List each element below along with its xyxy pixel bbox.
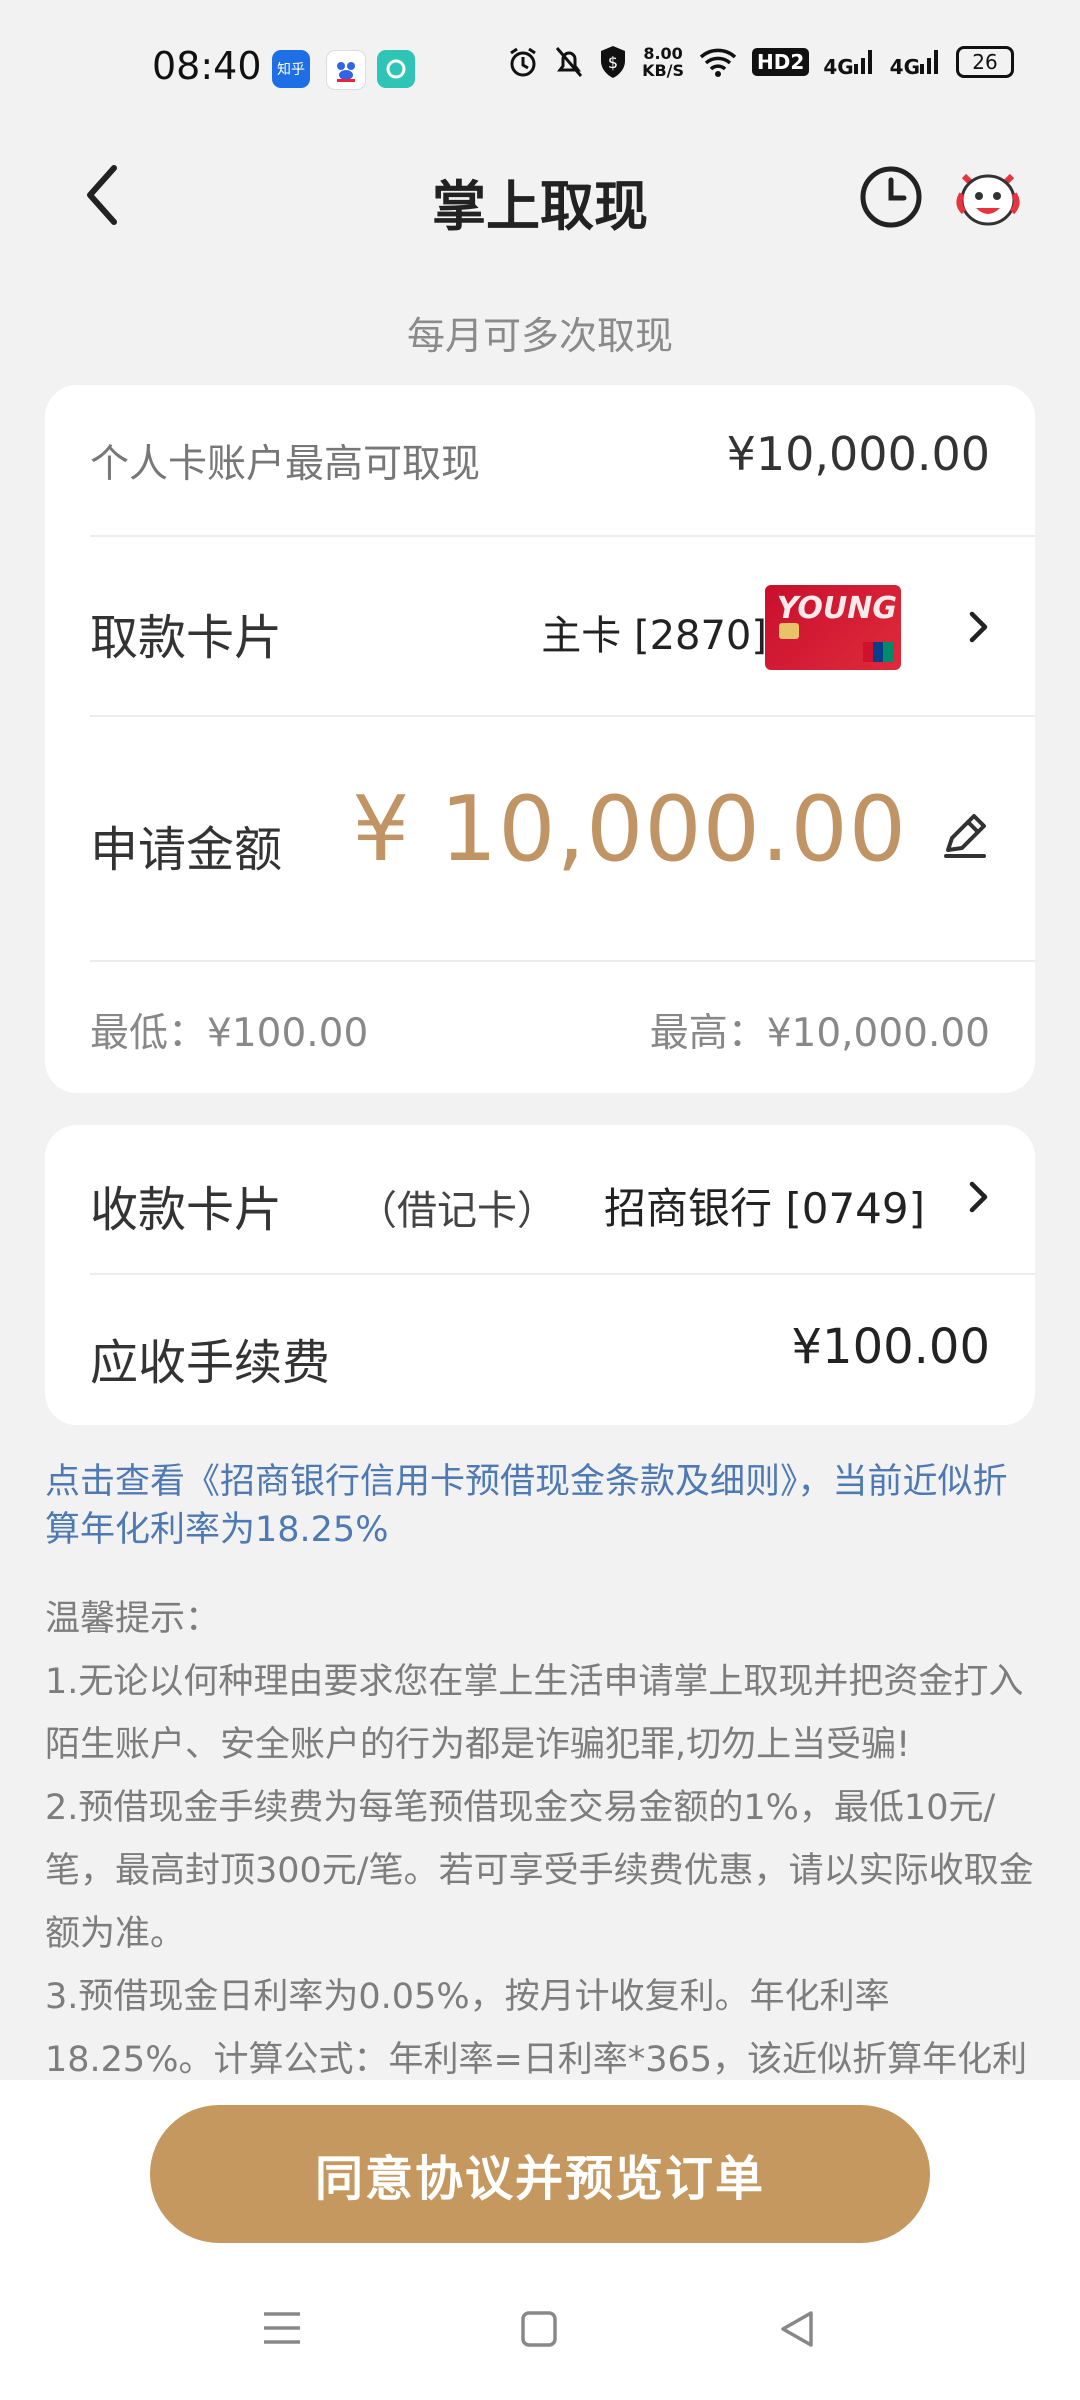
tip-item: 1.无论以何种理由要求您在掌上生活申请掌上取现并把资金打入陌生账户、安全账户的行…: [45, 1662, 1024, 1765]
divider: [90, 1273, 1035, 1275]
tip-item: 2.预借现金手续费为每笔预借现金交易金额的1%，最低10元/笔，最高封顶300元…: [45, 1788, 1034, 1954]
fee-label: 应收手续费: [90, 1335, 331, 1391]
app-header: 掌上取现: [0, 140, 1080, 250]
divider: [90, 960, 1035, 962]
signal-4g-1: 4G: [823, 46, 875, 79]
status-time: 08:40: [152, 44, 262, 88]
credit-card-image: YOUNG: [765, 585, 901, 670]
clock-icon[interactable]: [858, 164, 924, 230]
receive-card-value: 招商银行 [0749]: [603, 1184, 925, 1233]
min-amount-label: 最低：¥100.00: [90, 1011, 369, 1056]
net-speed: 8.00 KB/S: [642, 44, 685, 80]
bottom-bar: 同意协议并预览订单: [0, 2080, 1080, 2400]
battery-indicator: 26: [956, 46, 1014, 78]
svg-text:$: $: [608, 53, 618, 72]
mascot-avatar-icon[interactable]: [950, 158, 1026, 234]
max-withdraw-label: 个人卡账户最高可取现: [90, 442, 481, 487]
hd-badge: HD2: [752, 48, 810, 76]
chat-app-icon: [377, 50, 415, 88]
divider: [90, 535, 1035, 537]
back-nav-icon[interactable]: [778, 2310, 816, 2348]
status-icons: $ 8.00 KB/S HD2 4G 4G 26: [506, 44, 1014, 80]
home-nav-icon[interactable]: [520, 2310, 558, 2348]
edit-pencil-icon[interactable]: [940, 810, 990, 860]
receive-card-label: 收款卡片: [90, 1182, 283, 1238]
menu-nav-icon[interactable]: [262, 2310, 302, 2346]
max-amount-label: 最高：¥10,000.00: [649, 1011, 990, 1056]
zhihu-app-icon: 知乎: [272, 50, 310, 88]
divider: [90, 715, 1035, 717]
alarm-icon: [510, 47, 536, 77]
fee-value: ¥100.00: [791, 1319, 991, 1375]
withdraw-card: 个人卡账户最高可取现 ¥10,000.00 取款卡片 主卡 [2870] YOU…: [45, 385, 1035, 1093]
draw-card-value: 主卡 [2870]: [541, 613, 767, 659]
receive-card: 收款卡片 （借记卡） 招商银行 [0749] 应收手续费 ¥100.00: [45, 1125, 1035, 1425]
terms-link[interactable]: 点击查看《招商银行信用卡预借现金条款及细则》，当前近似折算年化利率为18.25%: [45, 1458, 1035, 1554]
tip-item: 3.预借现金日利率为0.05%，按月计收复利。年化利率18.25%。计算公式：年…: [45, 1977, 1028, 2080]
tips-heading: 温馨提示：: [45, 1599, 221, 1639]
max-withdraw-value: ¥10,000.00: [726, 427, 990, 481]
tips-section: 温馨提示： 1.无论以何种理由要求您在掌上生活申请掌上取现并把资金打入陌生账户、…: [45, 1588, 1035, 2092]
shield-dollar-icon: $: [601, 46, 626, 78]
signal-4g-2: 4G: [890, 46, 942, 79]
chevron-right-icon[interactable]: [968, 1180, 990, 1214]
subtitle: 每月可多次取现: [406, 314, 673, 358]
draw-card-label: 取款卡片: [90, 610, 283, 666]
agree-preview-order-button[interactable]: 同意协议并预览订单: [150, 2105, 930, 2243]
apply-amount-value[interactable]: ¥ 10,000.00: [352, 777, 907, 882]
apply-amount-label: 申请金额: [90, 822, 283, 878]
chevron-right-icon[interactable]: [968, 610, 990, 644]
receive-card-sublabel: （借记卡）: [357, 1188, 557, 1234]
baidu-app-icon: [326, 50, 366, 90]
mute-bell-icon: [555, 47, 583, 77]
status-bar: 08:40 知乎 $ 8.00 KB/S HD2 4G 4G 26: [0, 0, 1080, 140]
wifi-icon: [699, 48, 737, 77]
